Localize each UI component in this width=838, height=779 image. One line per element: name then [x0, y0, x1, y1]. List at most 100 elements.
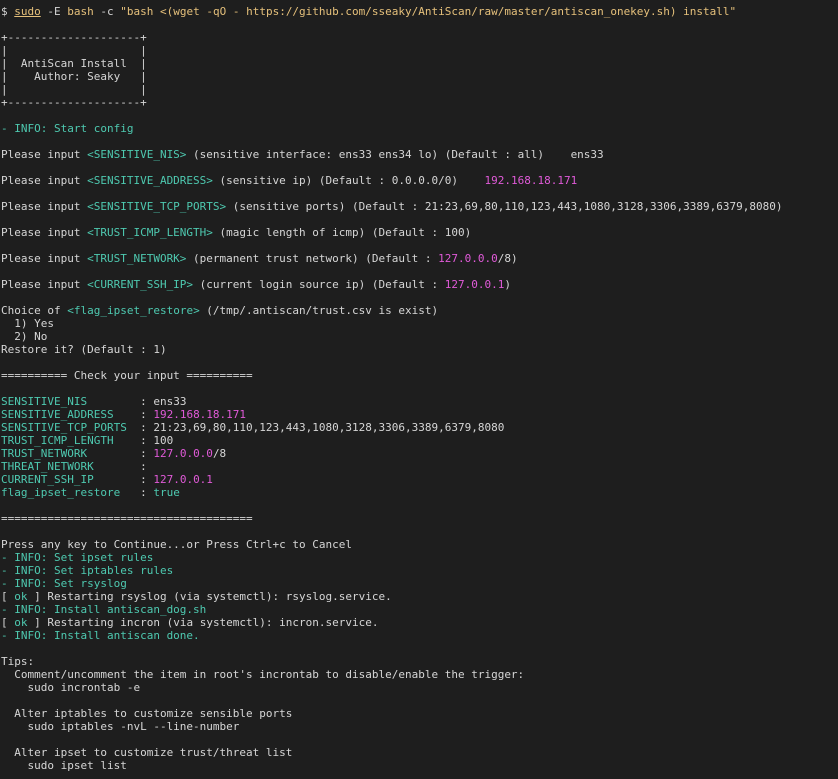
info-line: - INFO: Set iptables rules [1, 564, 174, 577]
prompt-gap [544, 148, 571, 161]
summary-key: SENSITIVE_ADDRESS [1, 408, 134, 421]
summary-row: TRUST_ICMP_LENGTH : 100 [1, 434, 837, 447]
prompt-description: (permanent trust network) (Default : [186, 252, 439, 265]
summary-separator: : [133, 434, 154, 447]
choice-option-yes: 1) Yes [1, 317, 54, 330]
summary-key: TRUST_NETWORK [1, 447, 134, 460]
config-prompt-line: Please input <SENSITIVE_TCP_PORTS> (sens… [1, 200, 837, 213]
config-prompts: Please input <SENSITIVE_NIS> (sensitive … [1, 148, 837, 304]
choice-option-no: 2) No [1, 330, 48, 343]
summary-value: 192.168.18.171 [153, 408, 247, 421]
prompt-answer: 127.0.0.1 [444, 278, 505, 291]
ok-close-bracket: ] [27, 590, 48, 603]
summary-key: flag_ipset_restore [1, 486, 134, 499]
banner-empty-row: | | [1, 83, 147, 96]
prompt-prefix: Please input [1, 174, 88, 187]
tips-line: Alter iptables to customize sensible por… [1, 707, 293, 720]
summary-key: CURRENT_SSH_IP [1, 473, 134, 486]
config-prompt-line: Please input <SENSITIVE_ADDRESS> (sensit… [1, 174, 837, 187]
prompt-answer: ens33 [570, 148, 604, 161]
command-line: $ sudo -E bash -c "bash <(wget -qO - htt… [1, 5, 837, 18]
info-line: - INFO: Set ipset rules [1, 551, 154, 564]
ok-status-line: [ ok ] Restarting incron (via systemctl)… [1, 616, 837, 629]
install-progress: - INFO: Set ipset rules - INFO: Set iptab… [1, 551, 837, 642]
summary-row: SENSITIVE_TCP_PORTS : 21:23,69,80,110,12… [1, 421, 837, 434]
info-line: - INFO: Install antiscan_dog.sh [1, 603, 207, 616]
prompt-description: (sensitive interface: ens33 ens34 lo) (D… [186, 148, 545, 161]
summary-value: 100 [153, 434, 174, 447]
prompt-gap [458, 174, 485, 187]
tips-line: sudo incrontab -e [1, 681, 141, 694]
tips-line [1, 694, 837, 707]
info-start-config: - INFO: Start config [1, 122, 134, 135]
summary-key: TRUST_ICMP_LENGTH [1, 434, 134, 447]
tips-line: sudo iptables -nvL --line-number [1, 720, 240, 733]
prompt-variable: <SENSITIVE_TCP_PORTS> [87, 200, 227, 213]
summary-key: THREAT_NETWORK [1, 460, 134, 473]
prompt-variable: <TRUST_NETWORK> [87, 252, 187, 265]
summary-value: ens33 [153, 395, 187, 408]
press-any-key-line: Press any key to Continue...or Press Ctr… [1, 538, 352, 551]
terminal-window: { "command": { "prompt": "$", "sudo": "s… [0, 0, 838, 779]
prompt-answer: 127.0.0.0 [438, 252, 498, 265]
ok-badge: ok [14, 590, 28, 603]
prompt-description: (current login source ip) (Default : [193, 278, 445, 291]
banner-author: | Author: Seaky | [1, 70, 147, 83]
prompt-answer: 192.168.18.171 [484, 174, 578, 187]
summary-separator: : [133, 473, 154, 486]
summary-separator: : [133, 421, 154, 434]
prompt-suffix: /8) [497, 252, 518, 265]
tips-line: sudo ipset list [1, 759, 127, 772]
summary-value: 21:23,69,80,110,123,443,1080,3128,3306,3… [153, 421, 505, 434]
ok-badge: ok [14, 616, 28, 629]
summary-row: SENSITIVE_ADDRESS : 192.168.18.171 [1, 408, 837, 421]
summary-divider: ====================================== [1, 512, 253, 525]
shell-prompt: $ [1, 5, 8, 18]
choice-line: Choice of <flag_ipset_restore> (/tmp/.an… [1, 304, 837, 317]
summary-value: 127.0.0.1 [153, 473, 213, 486]
banner-bottom-border: +--------------------+ [1, 96, 147, 109]
command-flag-c: -c [100, 5, 114, 18]
summary-separator: : [133, 395, 154, 408]
summary-separator: : [133, 460, 154, 473]
ok-status-line: [ ok ] Restarting rsyslog (via systemctl… [1, 590, 837, 603]
summary-key: SENSITIVE_TCP_PORTS [1, 421, 134, 434]
config-prompt-line: Please input <TRUST_ICMP_LENGTH> (magic … [1, 226, 837, 239]
tips-line [1, 733, 837, 746]
prompt-description: (sensitive ip) (Default : 0.0.0.0/0) [212, 174, 458, 187]
ok-open-bracket: [ [1, 616, 15, 629]
prompt-variable: <SENSITIVE_NIS> [87, 148, 187, 161]
summary-separator: : [133, 408, 154, 421]
tips-line: Alter ipset to customize trust/threat li… [1, 746, 293, 759]
config-prompt-line: Please input <CURRENT_SSH_IP> (current l… [1, 278, 837, 291]
prompt-description: (magic length of icmp) (Default : 100) [212, 226, 472, 239]
config-prompt-line: Please input <SENSITIVE_NIS> (sensitive … [1, 148, 837, 161]
command-sudo: sudo [14, 5, 41, 18]
config-prompt-line: Please input <TRUST_NETWORK> (permanent … [1, 252, 837, 265]
banner-empty-row: | | [1, 44, 147, 57]
choice-prefix: Choice of [1, 304, 68, 317]
ok-message: Restarting rsyslog (via systemctl): rsys… [47, 590, 392, 603]
choice-description: (/tmp/.antiscan/trust.csv is exist) [199, 304, 439, 317]
command-flag-e: -E [47, 5, 61, 18]
choice-variable: <flag_ipset_restore> [67, 304, 200, 317]
prompt-prefix: Please input [1, 200, 88, 213]
banner-top-border: +--------------------+ [1, 31, 147, 44]
ok-close-bracket: ] [27, 616, 48, 629]
command-argument: "bash <(wget -qO - https://github.com/ss… [120, 5, 737, 18]
info-line: - INFO: Install antiscan done. [1, 629, 200, 642]
check-input-header: ========== Check your input ========== [1, 369, 253, 382]
summary-key: SENSITIVE_NIS [1, 395, 134, 408]
terminal-output: $ sudo -E bash -c "bash <(wget -qO - htt… [1, 5, 837, 772]
command-bash: bash [67, 5, 94, 18]
prompt-variable: <TRUST_ICMP_LENGTH> [87, 226, 213, 239]
prompt-prefix: Please input [1, 226, 88, 239]
prompt-prefix: Please input [1, 148, 88, 161]
prompt-prefix: Please input [1, 278, 88, 291]
ok-message: Restarting incron (via systemctl): incro… [47, 616, 379, 629]
tips-title: Tips: [1, 655, 35, 668]
summary-separator: : [133, 447, 154, 460]
prompt-description: (sensitive ports) (Default : 21:23,69,80… [226, 200, 783, 213]
summary-row: TRUST_NETWORK : 127.0.0.0/8 [1, 447, 837, 460]
summary-row: CURRENT_SSH_IP : 127.0.0.1 [1, 473, 837, 486]
